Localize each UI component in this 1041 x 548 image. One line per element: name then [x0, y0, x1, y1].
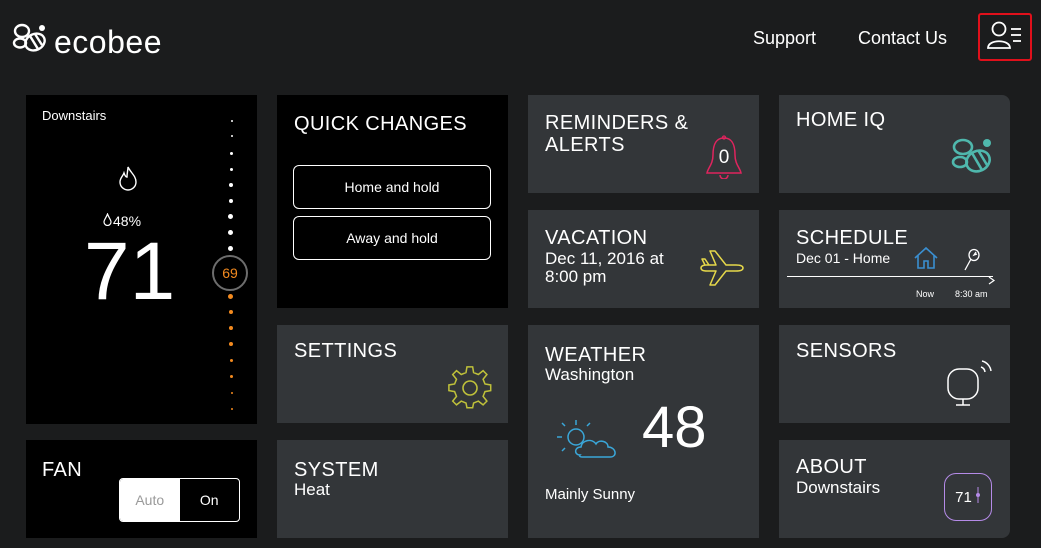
account-menu-button[interactable]	[978, 13, 1032, 61]
scale-dot	[230, 375, 233, 378]
about-location: Downstairs	[796, 478, 881, 497]
away-and-hold-button[interactable]: Away and hold	[293, 216, 491, 260]
about-title: ABOUT	[796, 456, 867, 478]
logo-text: ecobee	[54, 23, 162, 60]
fan-mode-toggle[interactable]: Auto On	[119, 478, 240, 522]
home-iq-title: HOME IQ	[796, 109, 886, 131]
schedule-timeline	[787, 276, 993, 277]
home-icon	[913, 246, 939, 275]
weather-condition: Mainly Sunny	[545, 486, 636, 503]
vacation-date: Dec 11, 2016 at	[545, 249, 664, 268]
sleep-icon	[962, 248, 982, 277]
sensors-title: SENSORS	[796, 340, 897, 362]
schedule-title: SCHEDULE	[796, 227, 909, 249]
scale-dot	[228, 230, 233, 235]
weather-city: Washington	[545, 365, 635, 384]
weather-tile[interactable]: WEATHER Washington 48 Mainly Sunny	[528, 325, 759, 538]
home-iq-tile[interactable]: HOME IQ	[779, 95, 1010, 193]
quick-changes-tile: QUICK CHANGES Home and hold Away and hol…	[277, 95, 508, 308]
setpoint-handle[interactable]: 69	[212, 255, 248, 291]
scale-dot	[231, 120, 233, 122]
sensors-tile[interactable]: SENSORS	[779, 325, 1010, 423]
scale-dot	[230, 152, 233, 155]
scale-dot	[231, 392, 233, 394]
reminders-title: REMINDERS & ALERTS	[545, 112, 689, 156]
system-mode: Heat	[294, 480, 330, 499]
scale-dot	[229, 342, 233, 346]
scale-dot	[228, 246, 233, 251]
scale-dot	[230, 359, 233, 362]
thermostat-device-icon: 71	[944, 473, 992, 521]
settings-tile[interactable]: SETTINGS	[277, 325, 508, 423]
support-link[interactable]: Support	[753, 28, 816, 49]
gear-icon	[447, 365, 493, 416]
scale-dot	[229, 183, 233, 187]
ecobee-logo[interactable]: ecobee	[12, 22, 162, 61]
partly-sunny-icon	[554, 417, 626, 470]
fan-tile: FAN Auto On	[26, 440, 257, 538]
fan-title: FAN	[42, 459, 83, 481]
vacation-title: VACATION	[545, 227, 648, 249]
flame-icon	[118, 165, 138, 196]
user-profile-icon	[986, 20, 1024, 55]
arrow-right-icon	[988, 272, 996, 290]
sensor-icon	[945, 357, 993, 414]
scale-dot	[228, 214, 233, 219]
schedule-current: Dec 01 - Home	[796, 250, 891, 266]
thermostat-location: Downstairs	[42, 108, 107, 123]
scale-dot	[229, 326, 233, 330]
airplane-icon	[699, 248, 745, 293]
vacation-time: 8:00 pm	[545, 267, 607, 286]
bee-logo-icon	[12, 22, 48, 61]
system-title: SYSTEM	[294, 459, 379, 481]
device-temp: 71	[955, 488, 972, 506]
scale-dot	[230, 168, 233, 171]
bee-icon	[949, 135, 995, 184]
outdoor-temperature: 48	[642, 395, 707, 460]
fan-on-option[interactable]: On	[180, 479, 240, 521]
schedule-now-label: Now	[916, 289, 935, 299]
device-slider-icon	[975, 486, 981, 508]
contact-us-link[interactable]: Contact Us	[858, 28, 947, 49]
scale-dot	[228, 294, 233, 299]
fan-auto-option[interactable]: Auto	[120, 479, 180, 521]
weather-title: WEATHER	[545, 344, 647, 366]
schedule-tile[interactable]: SCHEDULE Dec 01 - Home Now 8:30 am	[779, 210, 1010, 308]
quick-changes-title: QUICK CHANGES	[294, 113, 468, 135]
reminders-alerts-tile[interactable]: REMINDERS & ALERTS 0	[528, 95, 759, 193]
vacation-tile[interactable]: VACATION Dec 11, 2016 at 8:00 pm	[528, 210, 759, 308]
thermostat-tile[interactable]: Downstairs 48% 71 69	[26, 95, 257, 424]
scale-dot	[229, 199, 233, 203]
scale-dot	[231, 135, 233, 137]
scale-dot	[229, 310, 233, 314]
about-tile[interactable]: ABOUT Downstairs 71	[779, 440, 1010, 538]
current-temperature: 71	[84, 226, 176, 317]
schedule-next-time: 8:30 am	[955, 289, 988, 299]
alert-count: 0	[718, 147, 730, 168]
scale-dot	[231, 408, 233, 410]
home-and-hold-button[interactable]: Home and hold	[293, 165, 491, 209]
settings-title: SETTINGS	[294, 340, 398, 362]
system-tile[interactable]: SYSTEM Heat	[277, 440, 508, 538]
